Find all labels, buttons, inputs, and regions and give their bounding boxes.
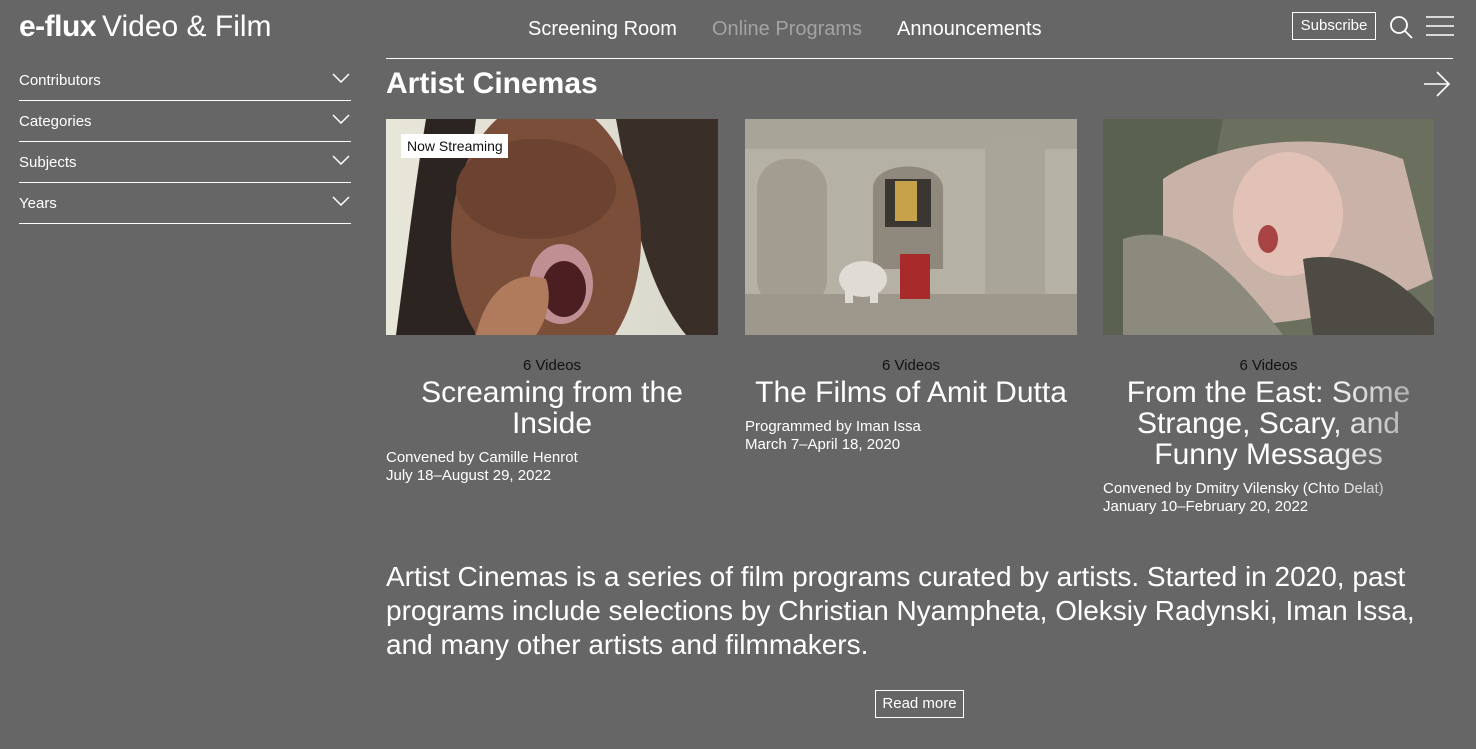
brand-name: e-flux	[19, 10, 97, 43]
program-thumbnail[interactable]	[745, 119, 1077, 335]
program-dates: January 10–February 20, 2022	[1103, 498, 1309, 515]
filter-subjects[interactable]: Subjects	[19, 142, 351, 183]
program-dates: March 7–April 18, 2020	[745, 436, 901, 453]
video-count: 6 Videos	[881, 357, 941, 374]
filter-label: Categories	[19, 113, 92, 130]
program-thumbnail[interactable]: Now Streaming	[386, 119, 718, 335]
video-count: 6 Videos	[522, 357, 582, 374]
program-dates: July 18–August 29, 2022	[386, 467, 552, 484]
filter-label: Years	[19, 195, 57, 212]
thumbnail-image	[745, 119, 1077, 335]
site-logo[interactable]: e-flux Video & Film	[19, 10, 272, 44]
program-byline: Convened by Camille Henrot	[386, 449, 578, 466]
program-byline: Convened by Dmitry Vilensky (Chto Delat)	[1103, 480, 1384, 497]
filter-label: Contributors	[19, 72, 101, 89]
filter-categories[interactable]: Categories	[19, 101, 351, 142]
program-byline: Programmed by Iman Issa	[745, 418, 921, 435]
brand-section: Video & Film	[102, 10, 272, 43]
now-streaming-badge: Now Streaming	[401, 134, 508, 158]
program-title[interactable]: The Films of Amit Dutta	[745, 377, 1077, 408]
filter-label: Subjects	[19, 154, 77, 171]
header-divider	[386, 58, 1453, 59]
subscribe-button[interactable]: Subscribe	[1292, 12, 1376, 40]
filter-years[interactable]: Years	[19, 183, 351, 224]
program-title[interactable]: From the East: Some Strange, Scary, and …	[1103, 377, 1434, 470]
chevron-down-icon	[332, 155, 350, 165]
read-more-button[interactable]: Read more	[875, 690, 964, 718]
program-card[interactable]: 6 Videos From the East: Some Strange, Sc…	[1103, 119, 1434, 516]
nav-online-programs[interactable]: Online Programs	[712, 17, 862, 41]
filter-sidebar: Contributors Categories Subjects Years	[19, 60, 351, 224]
arrow-right-icon[interactable]	[1423, 70, 1451, 98]
program-card[interactable]: Now Streaming 6 Videos Screaming from th…	[386, 119, 718, 485]
hamburger-menu-icon[interactable]	[1426, 15, 1454, 37]
video-count: 6 Videos	[1239, 357, 1298, 374]
section-title: Artist Cinemas	[386, 67, 598, 100]
chevron-down-icon	[332, 196, 350, 206]
chevron-down-icon	[332, 114, 350, 124]
section-description: Artist Cinemas is a series of film progr…	[386, 561, 1415, 660]
nav-announcements[interactable]: Announcements	[897, 17, 1042, 41]
chevron-down-icon	[332, 73, 350, 83]
filter-contributors[interactable]: Contributors	[19, 60, 351, 101]
thumbnail-image	[1103, 119, 1434, 335]
nav-screening-room[interactable]: Screening Room	[528, 17, 677, 41]
program-thumbnail[interactable]	[1103, 119, 1434, 335]
program-card[interactable]: 6 Videos The Films of Amit Dutta Program…	[745, 119, 1077, 454]
search-icon[interactable]	[1389, 15, 1413, 39]
program-title[interactable]: Screaming from the Inside	[386, 377, 718, 439]
top-navigation: Screening Room Online Programs Announcem…	[528, 17, 1042, 41]
